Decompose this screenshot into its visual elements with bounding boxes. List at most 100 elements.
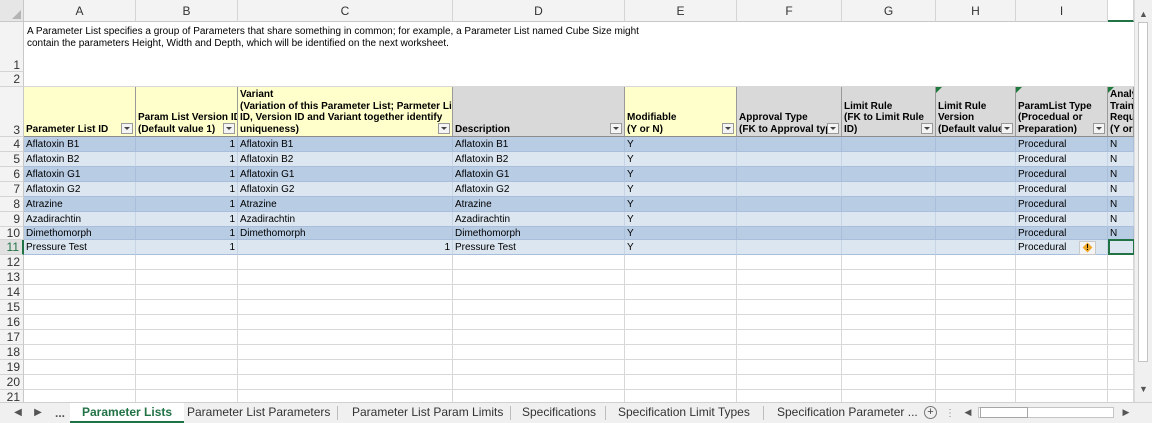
empty-cell[interactable] <box>1108 345 1134 360</box>
empty-cell[interactable] <box>453 345 625 360</box>
row-header[interactable]: 5 <box>0 152 24 167</box>
row-header[interactable]: 3 <box>0 87 24 137</box>
empty-cell[interactable] <box>1108 300 1134 315</box>
column-header[interactable] <box>1108 0 1134 22</box>
table-cell[interactable]: Atrazine <box>24 197 136 212</box>
empty-cell[interactable] <box>24 390 136 402</box>
table-cell[interactable]: Procedural <box>1016 152 1108 167</box>
empty-cell[interactable] <box>238 300 453 315</box>
table-cell[interactable]: 1 <box>136 212 238 227</box>
row-header[interactable]: 17 <box>0 330 24 345</box>
table-cell[interactable]: Dimethomorph <box>238 227 453 240</box>
table-header-cell[interactable]: Modifiable (Y or N) <box>625 87 737 137</box>
empty-cell[interactable] <box>737 22 842 72</box>
row-header[interactable]: 1 <box>0 22 24 72</box>
filter-dropdown-icon[interactable] <box>121 123 133 134</box>
empty-cell[interactable] <box>238 360 453 375</box>
table-header-cell[interactable]: Parameter List ID <box>24 87 136 137</box>
scroll-right-icon[interactable]: ▶ <box>1118 404 1134 421</box>
table-cell[interactable]: Aflatoxin G2 <box>453 182 625 197</box>
table-cell[interactable] <box>842 227 936 240</box>
empty-cell[interactable] <box>737 315 842 330</box>
table-cell[interactable] <box>737 197 842 212</box>
row-header[interactable]: 10 <box>0 227 24 240</box>
table-cell[interactable]: Pressure Test <box>453 240 625 255</box>
table-cell[interactable] <box>737 152 842 167</box>
empty-cell[interactable] <box>24 285 136 300</box>
empty-cell[interactable] <box>1016 300 1108 315</box>
vertical-scroll-thumb[interactable] <box>1138 22 1148 362</box>
empty-cell[interactable] <box>238 72 453 87</box>
empty-cell[interactable] <box>1016 330 1108 345</box>
triangle-right-icon[interactable]: ▶ <box>32 405 44 421</box>
table-cell[interactable]: Aflatoxin B2 <box>453 152 625 167</box>
column-header[interactable]: E <box>625 0 737 22</box>
table-cell[interactable]: 1 <box>136 167 238 182</box>
row-header[interactable]: 18 <box>0 345 24 360</box>
empty-cell[interactable] <box>136 390 238 402</box>
table-header-cell[interactable]: Param List Version ID (Default value 1) <box>136 87 238 137</box>
empty-cell[interactable] <box>1108 390 1134 402</box>
table-cell[interactable] <box>842 212 936 227</box>
table-cell[interactable]: Azadirachtin <box>238 212 453 227</box>
filter-dropdown-icon[interactable] <box>827 123 839 134</box>
empty-cell[interactable] <box>238 255 453 270</box>
empty-cell[interactable] <box>625 72 737 87</box>
empty-cell[interactable] <box>1016 255 1108 270</box>
table-cell[interactable]: 1 <box>136 240 238 255</box>
filter-dropdown-icon[interactable] <box>438 123 450 134</box>
table-cell[interactable]: 1 <box>238 240 453 255</box>
empty-cell[interactable] <box>136 360 238 375</box>
empty-cell[interactable] <box>238 375 453 390</box>
empty-cell[interactable] <box>936 345 1016 360</box>
sheet-tab-specification-limit-types[interactable]: Specification Limit Types <box>606 403 762 423</box>
warning-icon[interactable]: ! <box>1079 241 1096 255</box>
empty-cell[interactable] <box>136 270 238 285</box>
empty-cell[interactable] <box>1108 72 1134 87</box>
triangle-left-icon[interactable]: ◀ <box>12 405 24 421</box>
empty-cell[interactable] <box>842 22 936 72</box>
table-cell[interactable]: Y <box>625 137 737 152</box>
empty-cell[interactable] <box>737 285 842 300</box>
table-header-cell[interactable]: Approval Type (FK to Approval typ <box>737 87 842 137</box>
column-header[interactable]: I <box>1016 0 1108 22</box>
table-header-cell[interactable]: ParamList Type (Procedual or Preparation… <box>1016 87 1108 137</box>
row-header[interactable]: 8 <box>0 197 24 212</box>
sheet-tab-specification-parameter[interactable]: Specification Parameter ... <box>765 403 930 423</box>
table-cell[interactable]: N <box>1108 197 1134 212</box>
empty-cell[interactable] <box>842 315 936 330</box>
empty-cell[interactable] <box>936 315 1016 330</box>
column-header[interactable]: H <box>936 0 1016 22</box>
more-sheets-ellipsis[interactable]: ... <box>52 405 68 421</box>
empty-cell[interactable] <box>842 285 936 300</box>
empty-cell[interactable] <box>238 330 453 345</box>
table-cell[interactable]: Procedural <box>1016 212 1108 227</box>
table-cell[interactable] <box>737 167 842 182</box>
row-header[interactable]: 14 <box>0 285 24 300</box>
horizontal-scroll-thumb[interactable] <box>980 407 1028 418</box>
empty-cell[interactable] <box>1108 270 1134 285</box>
table-cell[interactable] <box>737 182 842 197</box>
column-header[interactable]: B <box>136 0 238 22</box>
empty-cell[interactable] <box>842 255 936 270</box>
table-cell[interactable]: Procedural <box>1016 197 1108 212</box>
table-cell[interactable]: Y <box>625 227 737 240</box>
table-header-cell[interactable]: Description <box>453 87 625 137</box>
table-cell[interactable] <box>737 227 842 240</box>
column-header[interactable]: D <box>453 0 625 22</box>
empty-cell[interactable] <box>625 315 737 330</box>
table-cell[interactable]: 1 <box>136 152 238 167</box>
empty-cell[interactable] <box>936 270 1016 285</box>
table-cell[interactable] <box>936 167 1016 182</box>
row-header[interactable]: 2 <box>0 72 24 87</box>
table-cell[interactable]: N <box>1108 152 1134 167</box>
empty-cell[interactable] <box>453 315 625 330</box>
table-cell[interactable] <box>936 212 1016 227</box>
empty-cell[interactable] <box>625 270 737 285</box>
table-cell[interactable]: Aflatoxin B2 <box>238 152 453 167</box>
filter-dropdown-icon[interactable] <box>921 123 933 134</box>
empty-cell[interactable] <box>1108 330 1134 345</box>
table-cell[interactable]: Aflatoxin B1 <box>24 137 136 152</box>
empty-cell[interactable] <box>842 270 936 285</box>
table-cell[interactable]: Y <box>625 240 737 255</box>
